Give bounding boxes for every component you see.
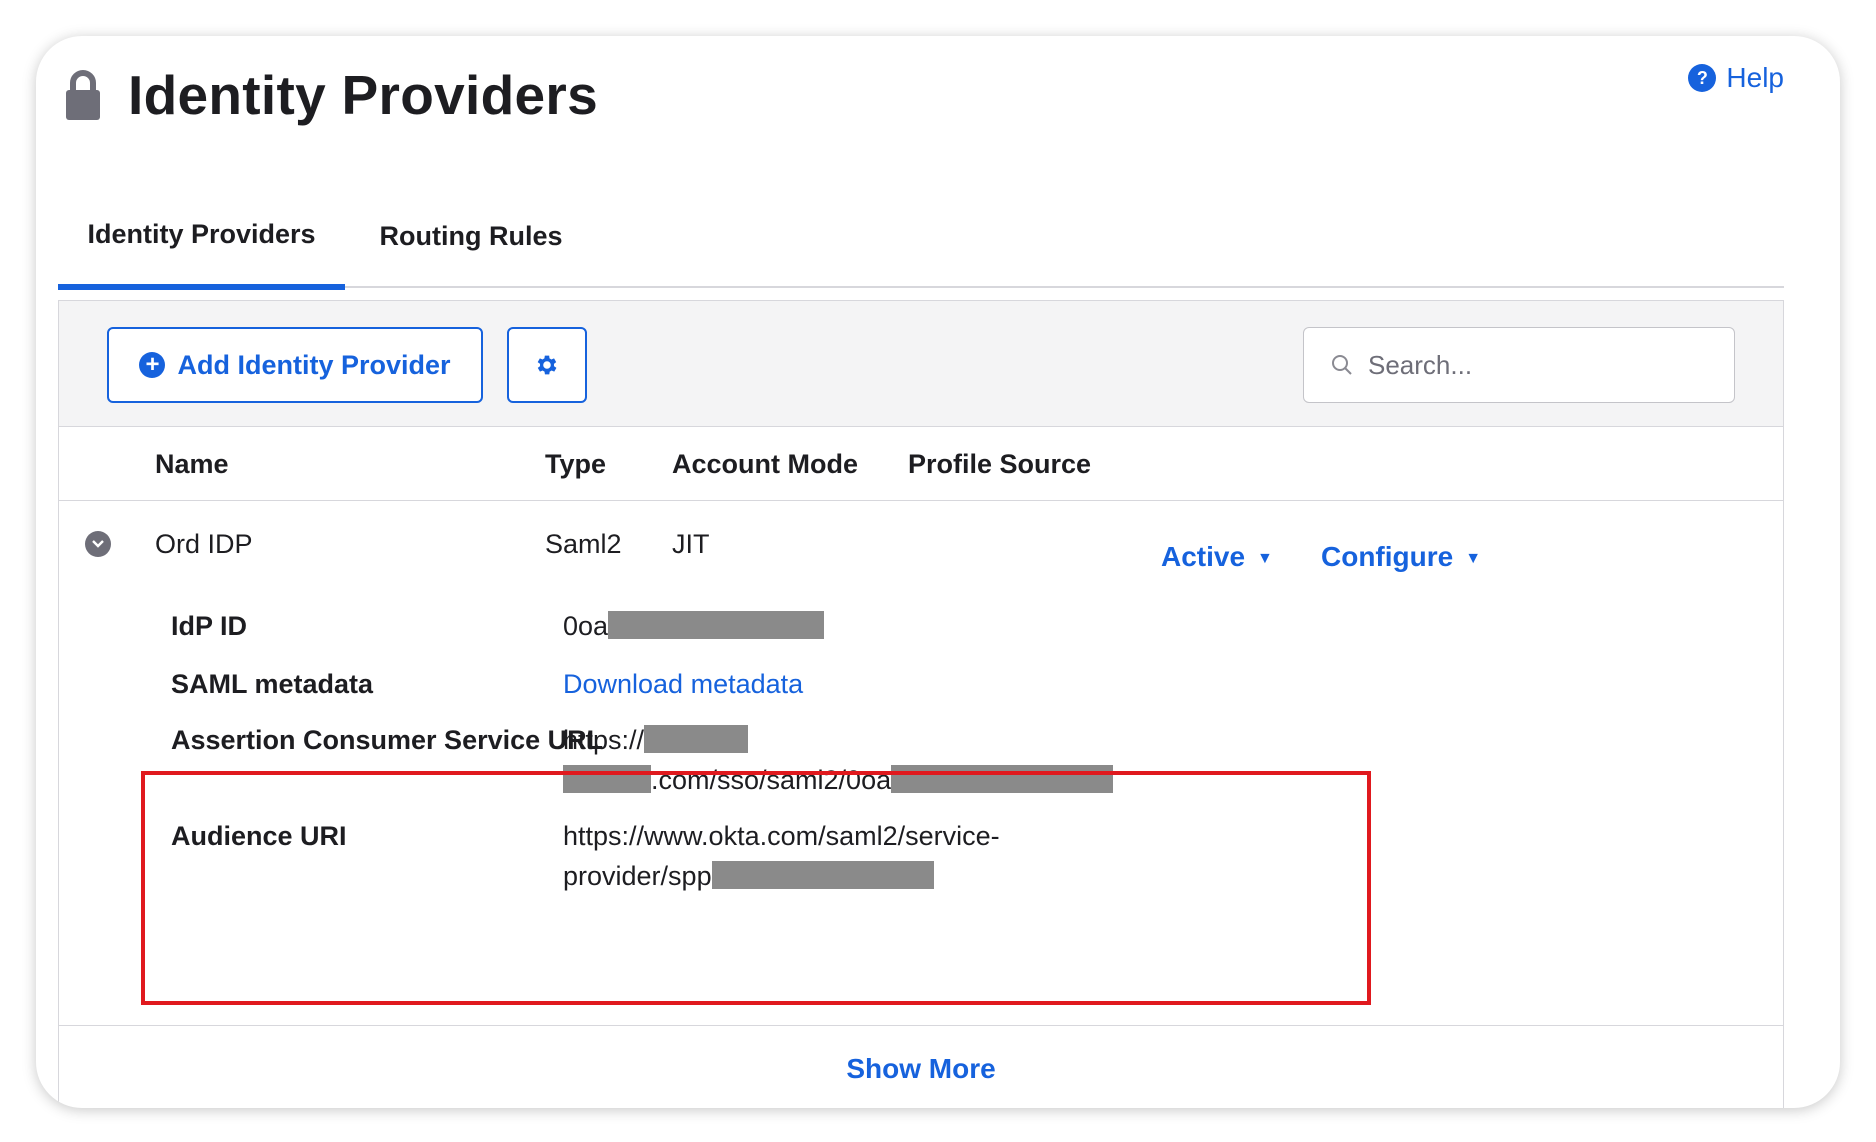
show-more-link[interactable]: Show More [59,1053,1783,1085]
toolbar: + Add Identity Provider [59,301,1783,427]
gear-icon [537,355,557,375]
lock-icon [64,69,102,121]
search-input[interactable] [1368,349,1728,381]
acs-url-label: Assertion Consumer Service URL [171,725,604,755]
caret-down-icon: ▼ [1465,549,1482,567]
configure-label: Configure [1321,541,1454,572]
plus-circle-icon: + [139,352,166,378]
add-identity-provider-label: Add Identity Provider [177,349,451,380]
page-title: Identity Providers [128,64,598,126]
caret-down-icon: ▼ [1257,549,1273,567]
idp-id-prefix: 0oa [563,611,609,641]
divider [59,1025,1783,1026]
column-type: Type [545,448,607,479]
idp-id-label: IdP ID [171,611,248,641]
redacted-block [608,611,825,639]
help-icon: ? [1688,64,1717,92]
identity-providers-panel: + Add Identity Provider Name Type Accoun… [58,300,1784,1108]
row-type: Saml2 [545,529,622,559]
configure-dropdown[interactable]: Configure ▼ [1321,541,1481,573]
settings-button[interactable] [507,327,587,403]
search-field[interactable] [1303,327,1735,403]
column-profile-source: Profile Source [908,448,1092,479]
search-icon [1332,355,1352,375]
help-label: Help [1726,62,1784,93]
status-dropdown[interactable]: Active ▼ [1161,541,1273,573]
status-label: Active [1161,541,1246,572]
tab-bar: Identity Providers Routing Rules [58,184,1784,290]
column-name: Name [155,448,229,479]
row-account-mode: JIT [672,529,710,559]
row-name: Ord IDP [155,529,253,559]
help-link[interactable]: ? Help [1688,62,1784,94]
acs-url-prefix: https:// [563,725,645,755]
tab-routing-rules[interactable]: Routing Rules [346,184,596,288]
identity-providers-card: Identity Providers ? Help Identity Provi… [36,36,1840,1108]
add-identity-provider-button[interactable]: + Add Identity Provider [107,327,483,403]
download-metadata-link[interactable]: Download metadata [563,669,803,700]
table-header: Name Type Account Mode Profile Source [59,427,1783,501]
saml-metadata-label: SAML metadata [171,669,374,699]
redacted-block [644,725,749,753]
tab-identity-providers[interactable]: Identity Providers [58,184,345,290]
chevron-down-icon [92,540,104,548]
page-header: Identity Providers [64,50,598,140]
acs-url-line-1: https:// [563,725,749,756]
collapse-row-toggle[interactable] [85,531,111,557]
column-account-mode: Account Mode [672,448,858,479]
highlight-annotation [141,771,1371,1005]
idp-id-value: 0oa [563,611,825,642]
